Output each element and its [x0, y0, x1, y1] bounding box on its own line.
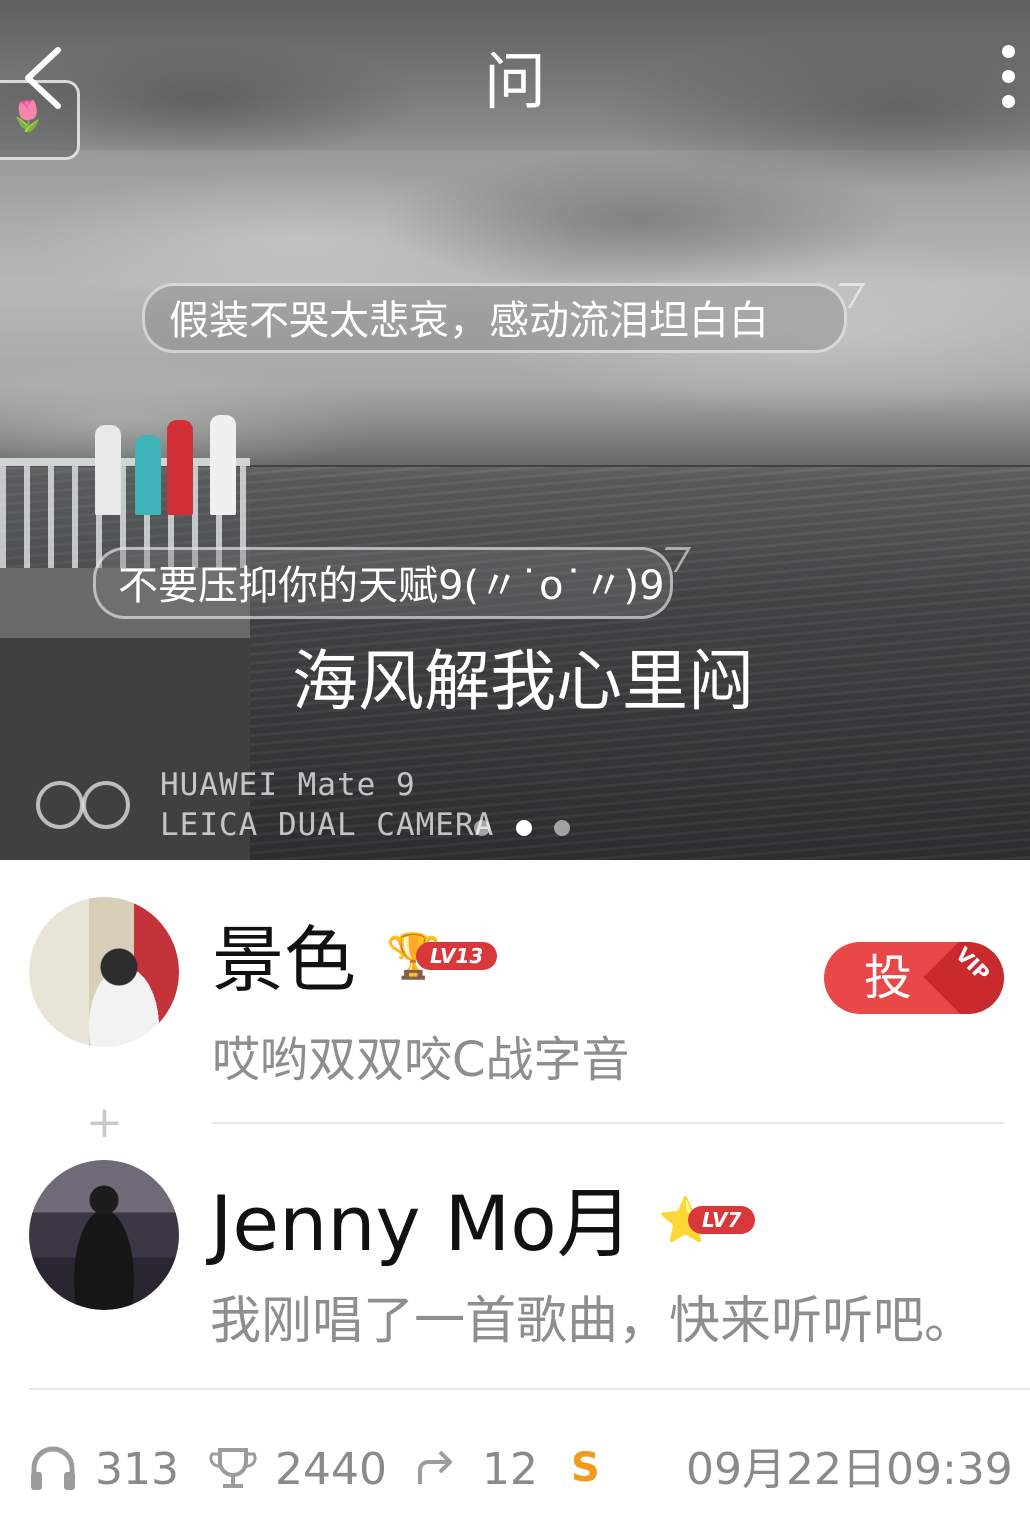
divider: [29, 1388, 1030, 1390]
level-label: LV13: [416, 942, 498, 970]
vote-label: 投: [864, 950, 913, 1006]
comment-bubble[interactable]: 不要压抑你的天赋9(〃˙o˙〃)9: [93, 547, 673, 619]
username[interactable]: 景色: [212, 915, 356, 1005]
stats-bar: 313 2440 12 S 09月22日09:39: [0, 1430, 1030, 1510]
watermark-line2: LEICA DUAL CAMERA: [160, 807, 495, 843]
watermark-line1: HUAWEI Mate 9: [160, 767, 416, 803]
photo-caption: 海风解我心里闷: [292, 643, 754, 720]
person-figure: [210, 415, 236, 515]
camera-watermark: HUAWEI Mate 9 LEICA DUAL CAMERA: [36, 765, 516, 845]
username[interactable]: Jenny Mo月: [210, 1178, 633, 1270]
avatar[interactable]: [29, 1160, 179, 1310]
page-dot-active[interactable]: [516, 820, 532, 836]
avatar[interactable]: [29, 897, 179, 1047]
more-button[interactable]: [990, 45, 1030, 115]
page-title: 问: [483, 45, 546, 118]
post-subtitle: 我刚唱了一首歌曲，快来听听吧。: [210, 1292, 976, 1351]
vote-button[interactable]: 投 VIP: [824, 942, 1004, 1014]
level-badge: 🏆 LV13: [386, 932, 526, 982]
page-dot[interactable]: [474, 820, 490, 836]
person-figure: [167, 420, 193, 515]
timestamp: 09月22日09:39: [686, 1444, 1013, 1495]
listen-count: 313: [95, 1444, 179, 1495]
share-count: 12: [482, 1444, 538, 1495]
post-subtitle: 哎哟双双咬C战字音: [212, 1032, 630, 1088]
level-badge: ⭐ LV7: [658, 1196, 788, 1246]
headphones-icon: [31, 1446, 75, 1490]
trophy-count: 2440: [275, 1444, 387, 1495]
fishermen-figures: [85, 395, 255, 515]
watermark-text: HUAWEI Mate 9 LEICA DUAL CAMERA: [160, 765, 494, 845]
s-badge-icon: S: [571, 1445, 600, 1491]
more-dot: [1002, 95, 1015, 108]
more-vertical-icon: [1002, 45, 1015, 58]
leica-lens-icon: [36, 781, 136, 829]
page-indicator: [474, 820, 584, 840]
more-dot: [1002, 70, 1015, 83]
person-figure: [135, 435, 161, 515]
page-dot[interactable]: [554, 820, 570, 836]
divider: [212, 1122, 1004, 1124]
plus-icon[interactable]: +: [86, 1098, 123, 1148]
level-label: LV7: [688, 1206, 756, 1234]
share-icon[interactable]: [416, 1444, 462, 1490]
comment-bubble[interactable]: 假装不哭太悲哀，感动流泪坦白白: [142, 283, 847, 353]
person-figure: [95, 425, 121, 515]
trophy-outline-icon: [209, 1448, 257, 1488]
